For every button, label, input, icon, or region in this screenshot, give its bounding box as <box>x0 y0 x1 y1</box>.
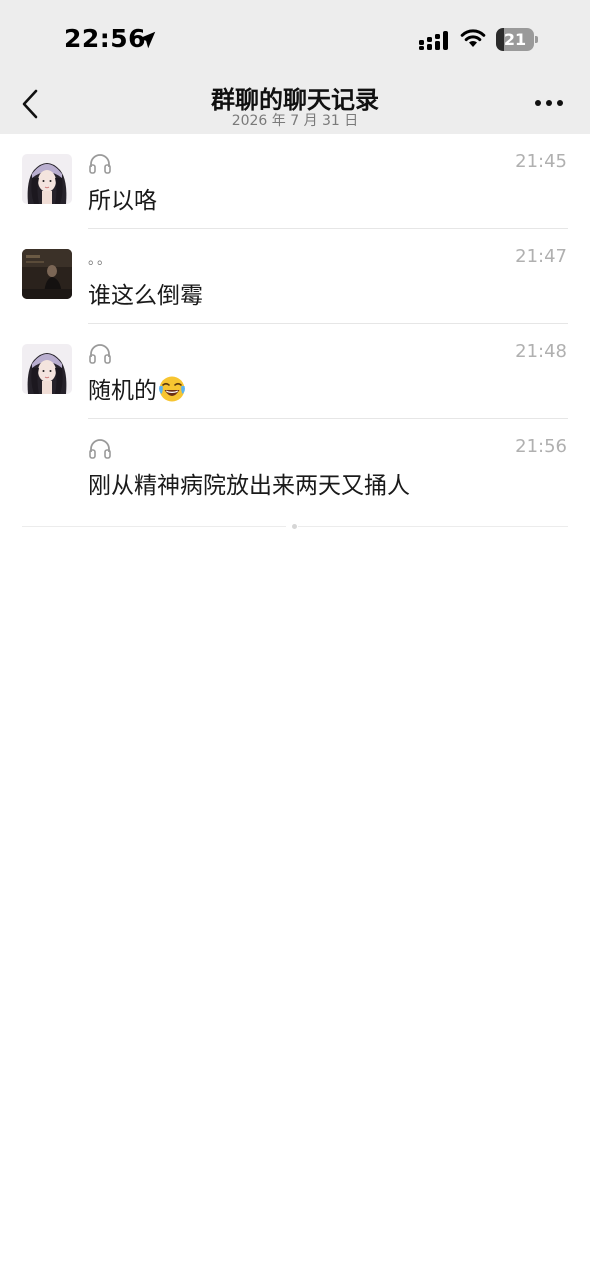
message-item[interactable]: 21:48 随机的 <box>0 324 590 419</box>
headphones-icon <box>89 154 111 174</box>
message-item[interactable]: 21:45 所以咯 <box>0 134 590 229</box>
end-divider-left <box>22 526 286 527</box>
avatar-girl-headscarf[interactable] <box>22 344 72 394</box>
message-item[interactable]: 21:56 刚从精神病院放出来两天又捅人 <box>0 419 590 514</box>
message-text: 谁这么倒霉 <box>88 283 203 309</box>
sender-name: 。。 <box>88 252 113 268</box>
face-with-tears-of-joy-icon <box>159 376 185 402</box>
avatar-dark-photo[interactable] <box>22 249 72 299</box>
avatar-girl-headscarf[interactable] <box>22 154 72 204</box>
headphones-icon <box>89 439 111 459</box>
more-dots-icon[interactable] <box>534 98 564 108</box>
status-time: 22:56 <box>64 24 147 53</box>
message-time: 21:47 <box>515 246 567 267</box>
wifi-icon <box>460 29 486 47</box>
message-time: 21:45 <box>515 151 567 172</box>
header: 22:56 21 群聊的聊天记录 2026 年 7 月 31 日 <box>0 0 590 134</box>
end-divider-dot <box>292 524 297 529</box>
battery-indicator: 21 <box>496 28 538 51</box>
battery-level-text: 21 <box>503 30 527 49</box>
headphones-icon <box>89 344 111 364</box>
message-item[interactable]: 。。 21:47 谁这么倒霉 <box>0 229 590 324</box>
message-text-container: 随机的 <box>88 371 186 405</box>
cellular-signal-icon <box>419 31 448 50</box>
message-text: 随机的 <box>88 378 157 404</box>
location-arrow-icon <box>138 31 156 49</box>
message-time: 21:48 <box>515 341 567 362</box>
message-text: 所以咯 <box>88 188 157 214</box>
end-divider-right <box>298 526 568 527</box>
message-time: 21:56 <box>515 436 567 457</box>
page-subtitle-date: 2026 年 7 月 31 日 <box>231 113 359 129</box>
message-text: 刚从精神病院放出来两天又捅人 <box>88 473 410 499</box>
